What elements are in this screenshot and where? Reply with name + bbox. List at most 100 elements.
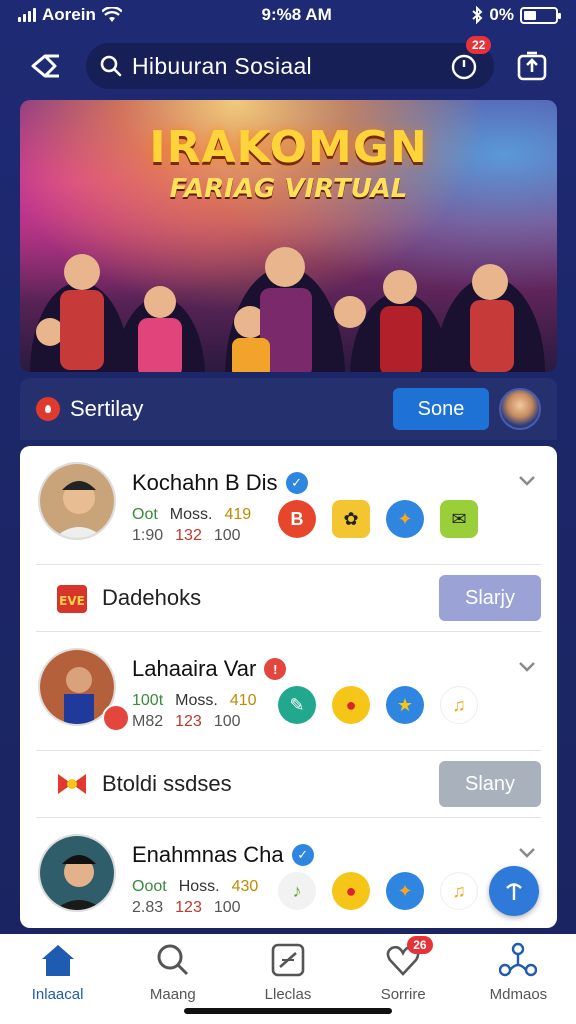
user-name: Kochahn B Dis [132, 470, 278, 495]
bow-icon [58, 774, 86, 794]
profile-avatar[interactable] [499, 388, 541, 430]
sticker-icon[interactable]: ♫ [440, 686, 478, 724]
stat-value: Moss. [169, 506, 213, 523]
tab-home[interactable]: Inlaacal [0, 940, 115, 1024]
sticker-icon[interactable]: ✉ [440, 500, 478, 538]
back-button[interactable] [22, 42, 70, 90]
floating-action-button[interactable] [489, 866, 539, 916]
timer-badge: 22 [466, 36, 492, 54]
stat-value: 123 [175, 713, 202, 730]
action-button[interactable]: Slany [439, 761, 541, 807]
top-bar: Hibuuran Sosiaal 22 [0, 36, 576, 94]
status-time: 9:%8 AM [261, 5, 332, 24]
user-name: Lahaaira Var [132, 656, 257, 681]
user-stats: Oot Moss. 419 1:90 132 100 [132, 504, 263, 546]
user-row[interactable]: Lahaaira Var! 100t Moss. 410 M82 123 100 ✎ ●… [20, 632, 557, 750]
user-stats: Ooot Hoss. 430 2.83 123 100 [132, 876, 270, 918]
sticker-icon[interactable]: ♫ [440, 872, 478, 910]
tab-label: Mdmaos [489, 986, 548, 1003]
user-row[interactable]: Kochahn B Dis ✓ Oot Moss. 419 1:90 132 100 B … [20, 446, 557, 564]
sticker-row: B ✿ ✦ ✉ [278, 500, 478, 538]
sticker-row: ♪ ● ✦ ♫ [278, 872, 478, 910]
avatar [38, 462, 116, 540]
user-list: Kochahn B Dis ✓ Oot Moss. 419 1:90 132 100 B … [20, 446, 557, 928]
stat-value: 100 [213, 527, 241, 544]
signal-icon [18, 8, 36, 22]
chevron-down-icon[interactable] [517, 470, 537, 490]
stat-value: Hoss. [178, 878, 220, 895]
shop-icon: EVE [57, 585, 87, 613]
activity-badge: 26 [407, 936, 433, 954]
sticker-icon[interactable]: ● [332, 872, 370, 910]
search-icon [157, 944, 188, 976]
sticker-icon[interactable]: ✦ [386, 500, 424, 538]
carrier-name: Aorein [42, 5, 96, 24]
search-icon [100, 55, 122, 77]
live-badge-icon [102, 704, 130, 732]
sort-row: Sertilay Sone [20, 378, 557, 440]
chevron-down-icon[interactable] [517, 842, 537, 862]
upload-button[interactable] [510, 44, 554, 88]
user-row[interactable]: Enahmnas Cha ✓ Ooot Hoss. 430 2.83 123 100 ♪ … [20, 818, 557, 928]
sort-label[interactable]: Sertilay [70, 396, 383, 422]
sticker-icon[interactable]: B [278, 500, 316, 538]
battery-percent: 0% [489, 5, 514, 24]
upload-icon [517, 51, 547, 81]
search-text: Hibuuran Sosiaal [132, 52, 312, 79]
action-row: Btoldi ssdses Slany [36, 750, 541, 818]
action-label: Dadehoks [102, 585, 202, 610]
sticker-icon[interactable]: ♪ [278, 872, 316, 910]
wifi-icon [101, 7, 122, 22]
battery-icon [519, 6, 561, 24]
user-stats: 100t Moss. 410 M82 123 100 [132, 690, 269, 732]
stat-value: 430 [231, 878, 259, 895]
action-row: EVE Dadehoks Slarjy [36, 564, 541, 632]
avatar [38, 834, 116, 912]
tab-label: Maang [149, 986, 196, 1003]
crowd-illustration [30, 247, 545, 372]
timer-button[interactable]: 22 [448, 36, 492, 82]
svg-text:EVE: EVE [59, 594, 85, 608]
sort-button[interactable]: Sone [393, 388, 489, 430]
sticker-icon[interactable]: ✿ [332, 500, 370, 538]
stat-value: 123 [175, 899, 202, 916]
status-bar: Aorein 9:%8 AM 0% [0, 0, 576, 30]
location-icon [36, 397, 60, 421]
stat-value: 410 [229, 692, 257, 709]
action-button[interactable]: Slarjy [439, 575, 541, 621]
stat-value: 1:90 [132, 527, 164, 544]
stat-value: Ooot [132, 878, 167, 895]
stat-value: M82 [132, 713, 164, 730]
action-label: Btoldi ssdses [102, 771, 232, 796]
sticker-icon[interactable]: ✦ [386, 872, 424, 910]
sticker-row: ✎ ● ★ ♫ [278, 686, 478, 724]
stat-value: 100t [132, 692, 164, 709]
tab-label: Inlaacal [31, 986, 84, 1003]
pin-icon [506, 883, 522, 900]
stat-value: Oot [132, 506, 158, 523]
bluetooth-icon [472, 6, 483, 24]
edit-icon [271, 943, 305, 977]
verified-icon: ✓ [285, 472, 308, 494]
stat-value: 2.83 [132, 899, 164, 916]
home-indicator [184, 1008, 392, 1014]
sticker-icon[interactable]: ✎ [278, 686, 316, 724]
stat-value: 100 [213, 899, 241, 916]
stat-value: 100 [213, 713, 241, 730]
home-icon [41, 945, 74, 976]
tab-label: Sorrire [380, 986, 426, 1003]
tab-label: Lleclas [264, 986, 312, 1003]
hero-banner[interactable]: IRAKOMGN FARIAG VIRTUAL [20, 100, 557, 372]
network-icon [499, 942, 538, 977]
chevron-down-icon[interactable] [517, 656, 537, 676]
tab-network[interactable]: Mdmaos [461, 940, 576, 1024]
sticker-icon[interactable]: ● [332, 686, 370, 724]
stat-value: Moss. [175, 692, 218, 709]
back-arrow-icon [31, 54, 59, 78]
search-input[interactable]: Hibuuran Sosiaal 22 [86, 36, 494, 89]
red-mark-icon: ! [264, 658, 287, 680]
hero-title: IRAKOMGN [149, 122, 428, 173]
stat-value: 419 [224, 506, 252, 523]
stat-value: 132 [175, 527, 202, 544]
sticker-icon[interactable]: ★ [386, 686, 424, 724]
